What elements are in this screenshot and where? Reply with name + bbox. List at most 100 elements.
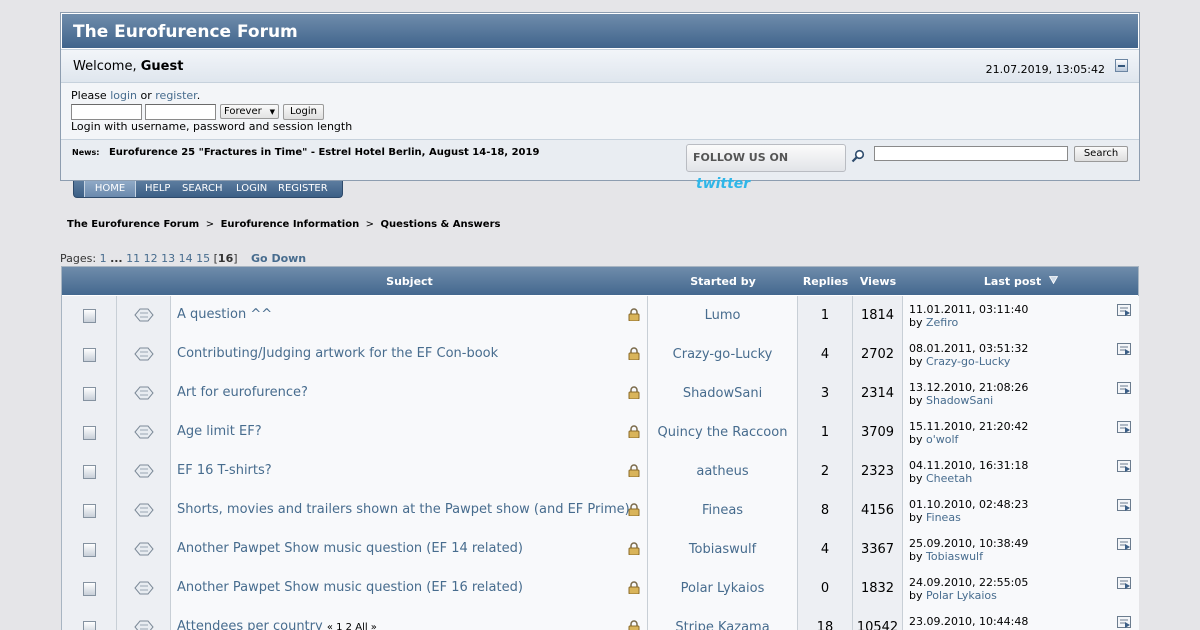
topic-subject-wrap: Another Pawpet Show music question (EF 1… <box>177 541 523 556</box>
menu-login[interactable]: LOGIN <box>236 183 267 194</box>
topic-subject-link[interactable]: Age limit EF? <box>177 424 262 439</box>
topic-subject-link[interactable]: A question ^^ <box>177 307 272 322</box>
post-icon-cell <box>117 608 171 630</box>
menu-home[interactable]: HOME <box>84 181 136 197</box>
go-down-link[interactable]: Go Down <box>251 252 306 265</box>
post-icon <box>134 384 154 405</box>
topic-subject-link[interactable]: Shorts, movies and trailers shown at the… <box>177 502 630 517</box>
topic-subject-link[interactable]: Art for eurofurence? <box>177 385 308 400</box>
menu-help[interactable]: HELP <box>145 183 170 194</box>
last-post-icon[interactable] <box>1117 304 1131 319</box>
last-post-by: by Zefiro <box>909 316 958 329</box>
topic-subject-link[interactable]: Another Pawpet Show music question (EF 1… <box>177 541 523 556</box>
view-count: 1814 <box>860 308 895 323</box>
topic-starter-link[interactable]: Quincy the Raccoon <box>648 425 797 440</box>
lock-icon <box>628 581 640 597</box>
by-text: by <box>909 589 923 602</box>
last-post-icon[interactable] <box>1117 382 1131 397</box>
last-post-user-link[interactable]: Fineas <box>926 511 961 524</box>
breadcrumb-board[interactable]: Eurofurence Information <box>221 219 360 230</box>
views-cell: 10542 <box>853 608 903 630</box>
forum-title[interactable]: The Eurofurence Forum <box>61 13 1139 49</box>
last-post-icon[interactable] <box>1117 616 1131 630</box>
login-link[interactable]: login <box>110 89 137 102</box>
topic-table: Subject Started by Replies Views Last po… <box>61 266 1139 630</box>
news-text: Eurofurence 25 "Fractures in Time" - Est… <box>108 147 540 158</box>
topic-starter-link[interactable]: Crazy-go-Lucky <box>648 347 797 362</box>
twitter-follow-button[interactable]: FOLLOW US ON twitter <box>686 144 846 192</box>
breadcrumb-subboard[interactable]: Questions & Answers <box>381 219 501 230</box>
current-page: 16 <box>217 252 234 265</box>
last-post-icon[interactable] <box>1117 343 1131 358</box>
sort-desc-icon[interactable] <box>1049 276 1059 284</box>
page-link[interactable]: 13 <box>161 252 175 265</box>
topic-starter-link[interactable]: Stripe Kazama <box>648 620 797 630</box>
views-cell: 3367 <box>853 530 903 569</box>
page-link[interactable]: 14 <box>179 252 193 265</box>
starter-cell: Fineas <box>648 491 798 530</box>
login-button[interactable]: Login <box>283 104 324 120</box>
header-subject[interactable]: Subject <box>171 275 648 288</box>
session-length-value: Forever <box>224 106 262 117</box>
last-post-by: by o'wolf <box>909 433 958 446</box>
last-post-user-link[interactable]: o'wolf <box>926 433 958 446</box>
topic-starter-link[interactable]: aatheus <box>648 464 797 479</box>
header-replies[interactable]: Replies <box>798 275 853 288</box>
header-started-by[interactable]: Started by <box>648 275 798 288</box>
menu-register[interactable]: REGISTER <box>278 183 328 194</box>
last-post-cell: 04.11.2010, 16:31:18 by Cheetah <box>903 452 1139 491</box>
topic-icon <box>83 504 96 518</box>
topic-starter-link[interactable]: Lumo <box>648 308 797 323</box>
topic-starter-link[interactable]: Fineas <box>648 503 797 518</box>
page-link[interactable]: 12 <box>144 252 158 265</box>
password-input[interactable] <box>145 104 216 120</box>
last-post-user-link[interactable]: Zefiro <box>926 316 958 329</box>
last-post-user-link[interactable]: Cheetah <box>926 472 972 485</box>
last-post-icon[interactable] <box>1117 538 1131 553</box>
search-input[interactable] <box>874 146 1068 161</box>
topic-status-cell <box>62 413 117 452</box>
header-last-post[interactable]: Last post <box>903 275 1139 288</box>
last-post-user-link[interactable]: Polar Lykaios <box>926 589 997 602</box>
search-button[interactable]: Search <box>1074 146 1128 162</box>
view-count: 2323 <box>860 464 895 479</box>
last-post-icon[interactable] <box>1117 499 1131 514</box>
topic-starter-link[interactable]: Polar Lykaios <box>648 581 797 596</box>
last-post-icon[interactable] <box>1117 577 1131 592</box>
views-cell: 4156 <box>853 491 903 530</box>
username-input[interactable] <box>71 104 142 120</box>
topic-subject-link[interactable]: Another Pawpet Show music question (EF 1… <box>177 580 523 595</box>
replies-cell: 4 <box>798 335 853 374</box>
last-post-time: 01.10.2010, 02:48:23 <box>909 498 1029 511</box>
last-post-icon[interactable] <box>1117 421 1131 436</box>
table-row: Another Pawpet Show music question (EF 1… <box>62 530 1139 569</box>
topic-page-links[interactable]: « 1 2 All » <box>327 622 377 630</box>
page-link-first[interactable]: 1 <box>100 252 107 265</box>
view-count: 1832 <box>860 581 895 596</box>
last-post-user-link[interactable]: Crazy-go-Lucky <box>926 355 1010 368</box>
register-link[interactable]: register <box>155 89 196 102</box>
last-post-user-link[interactable]: Tobiaswulf <box>926 550 983 563</box>
menu-search[interactable]: SEARCH <box>182 183 222 194</box>
view-count: 2314 <box>860 386 895 401</box>
page-link[interactable]: 15 <box>196 252 210 265</box>
collapse-header-icon[interactable] <box>1115 59 1128 72</box>
topic-subject-link[interactable]: EF 16 T-shirts? <box>177 463 272 478</box>
topic-subject-link[interactable]: Contributing/Judging artwork for the EF … <box>177 346 498 361</box>
breadcrumb-forum[interactable]: The Eurofurence Forum <box>67 219 199 230</box>
lock-icon <box>628 503 640 519</box>
topic-starter-link[interactable]: ShadowSani <box>648 386 797 401</box>
page-link[interactable]: 11 <box>126 252 140 265</box>
topic-subject-wrap: Another Pawpet Show music question (EF 1… <box>177 580 523 595</box>
topic-starter-link[interactable]: Tobiaswulf <box>648 542 797 557</box>
header-views[interactable]: Views <box>853 275 903 288</box>
replies-cell: 3 <box>798 374 853 413</box>
topic-subject-wrap: Age limit EF? <box>177 424 262 439</box>
last-post-user-link[interactable]: ShadowSani <box>926 394 993 407</box>
view-count: 3367 <box>860 542 895 557</box>
topic-status-cell <box>62 452 117 491</box>
topic-subject-link[interactable]: Attendees per country <box>177 619 323 630</box>
last-post-by: by Polar Lykaios <box>909 589 997 602</box>
session-length-select[interactable]: Forever ▼ <box>220 104 279 119</box>
last-post-icon[interactable] <box>1117 460 1131 475</box>
